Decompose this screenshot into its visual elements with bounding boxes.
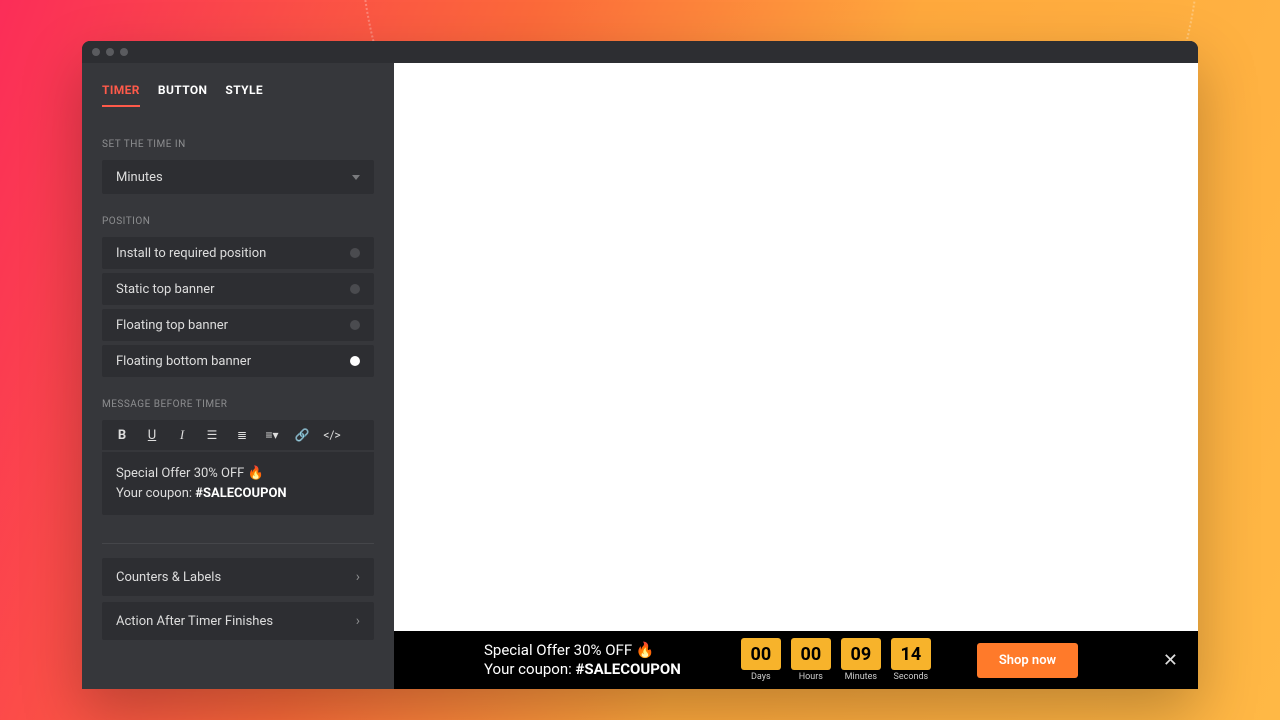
timer-label: Hours [799,672,823,682]
titlebar [82,41,1198,63]
window-dot [106,48,114,56]
rte-toolbar: B U I ☰ ≣ ≡▾ 🔗 </> [102,420,374,450]
radio-icon [350,284,360,294]
timer-minutes: 09 Minutes [841,638,881,682]
radio-icon [350,248,360,258]
radio-icon [350,320,360,330]
settings-sidebar: TIMER BUTTON STYLE SET THE TIME IN Minut… [82,63,394,689]
timer-label: Seconds [894,672,929,682]
radio-icon [350,356,360,366]
timer-seconds: 14 Seconds [891,638,931,682]
cta-button[interactable]: Shop now [977,643,1078,678]
app-window: TIMER BUTTON STYLE SET THE TIME IN Minut… [82,41,1198,689]
position-option-floating-top[interactable]: Floating top banner [102,309,374,341]
accordion-label: Action After Timer Finishes [116,614,273,629]
position-options: Install to required position Static top … [102,237,374,377]
position-option-static-top[interactable]: Static top banner [102,273,374,305]
message-label: MESSAGE BEFORE TIMER [102,399,374,410]
countdown-timer: 00 Days 00 Hours 09 Minutes 14 Seconds [741,638,931,682]
tab-timer[interactable]: TIMER [102,83,140,107]
position-label: POSITION [102,216,374,227]
italic-icon[interactable]: I [174,427,190,443]
timer-label: Days [751,672,771,682]
chevron-down-icon [352,175,360,180]
accordion-label: Counters & Labels [116,570,221,585]
position-option-label: Install to required position [116,246,266,261]
banner-line: Your coupon: #SALECOUPON [484,660,681,679]
position-option-floating-bottom[interactable]: Floating bottom banner [102,345,374,377]
rte-textarea[interactable]: Special Offer 30% OFF 🔥 Your coupon: #SA… [102,452,374,515]
bullet-list-icon[interactable]: ☰ [204,428,220,442]
link-icon[interactable]: 🔗 [294,428,310,442]
tab-style[interactable]: STYLE [225,83,263,107]
timer-days: 00 Days [741,638,781,682]
rte-line: Your coupon: #SALECOUPON [116,484,360,504]
accordion-action-after[interactable]: Action After Timer Finishes › [102,602,374,640]
rte-line: Special Offer 30% OFF 🔥 [116,464,360,484]
timer-value: 09 [841,638,881,670]
chevron-right-icon: › [356,613,360,629]
window-dot [120,48,128,56]
preview-canvas: Special Offer 30% OFF 🔥 Your coupon: #SA… [394,63,1198,689]
timer-value: 14 [891,638,931,670]
chevron-right-icon: › [356,569,360,585]
timer-label: Minutes [845,672,877,682]
time-unit-select[interactable]: Minutes [102,160,374,194]
time-unit-value: Minutes [116,170,163,185]
position-option-label: Static top banner [116,282,215,297]
numbered-list-icon[interactable]: ≣ [234,428,250,442]
rich-text-editor: B U I ☰ ≣ ≡▾ 🔗 </> Special Offer 30% OFF… [102,420,374,515]
banner-message: Special Offer 30% OFF 🔥 Your coupon: #SA… [484,641,681,679]
code-icon[interactable]: </> [324,428,340,442]
countdown-banner: Special Offer 30% OFF 🔥 Your coupon: #SA… [394,631,1198,689]
timer-value: 00 [741,638,781,670]
underline-icon[interactable]: U [144,428,160,443]
time-in-label: SET THE TIME IN [102,139,374,150]
settings-tabs: TIMER BUTTON STYLE [102,63,374,117]
position-option-label: Floating top banner [116,318,228,333]
bold-icon[interactable]: B [114,428,130,443]
position-option-label: Floating bottom banner [116,354,251,369]
window-dot [92,48,100,56]
position-option-install[interactable]: Install to required position [102,237,374,269]
banner-line: Special Offer 30% OFF 🔥 [484,641,681,660]
close-icon[interactable]: ✕ [1163,650,1178,671]
timer-value: 00 [791,638,831,670]
align-icon[interactable]: ≡▾ [264,428,280,442]
divider [102,543,374,544]
tab-button[interactable]: BUTTON [158,83,208,107]
timer-hours: 00 Hours [791,638,831,682]
accordion-counters-labels[interactable]: Counters & Labels › [102,558,374,596]
